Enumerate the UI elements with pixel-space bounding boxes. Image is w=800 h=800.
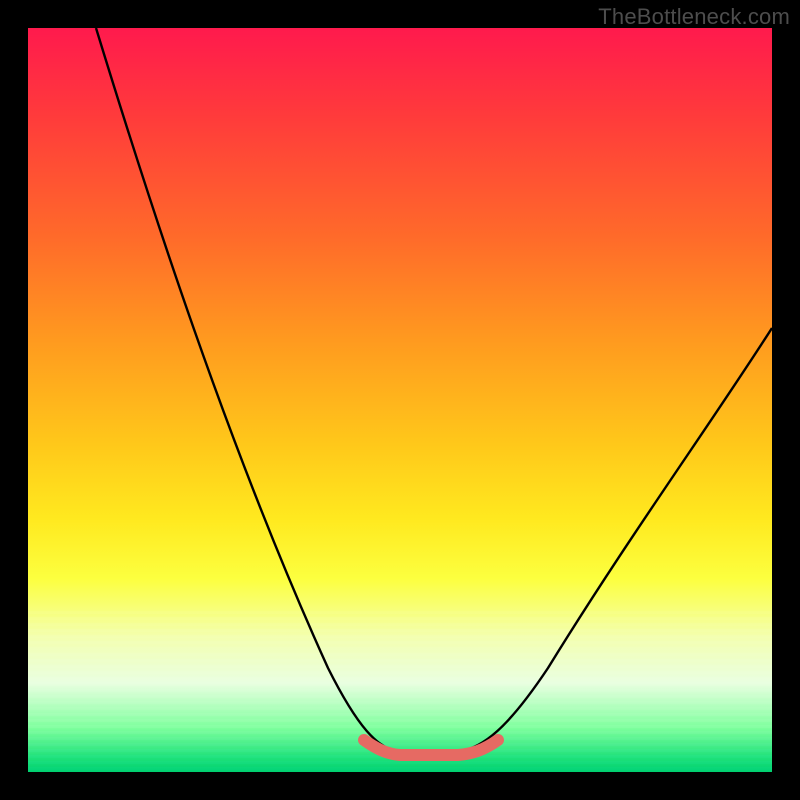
gradient-banding: [28, 608, 772, 772]
watermark-text: TheBottleneck.com: [598, 4, 790, 30]
chart-container: TheBottleneck.com: [0, 0, 800, 800]
bottleneck-curve: [96, 28, 772, 752]
curve-layer: [28, 28, 772, 772]
plot-area: [28, 28, 772, 772]
valley-highlight: [364, 740, 498, 755]
